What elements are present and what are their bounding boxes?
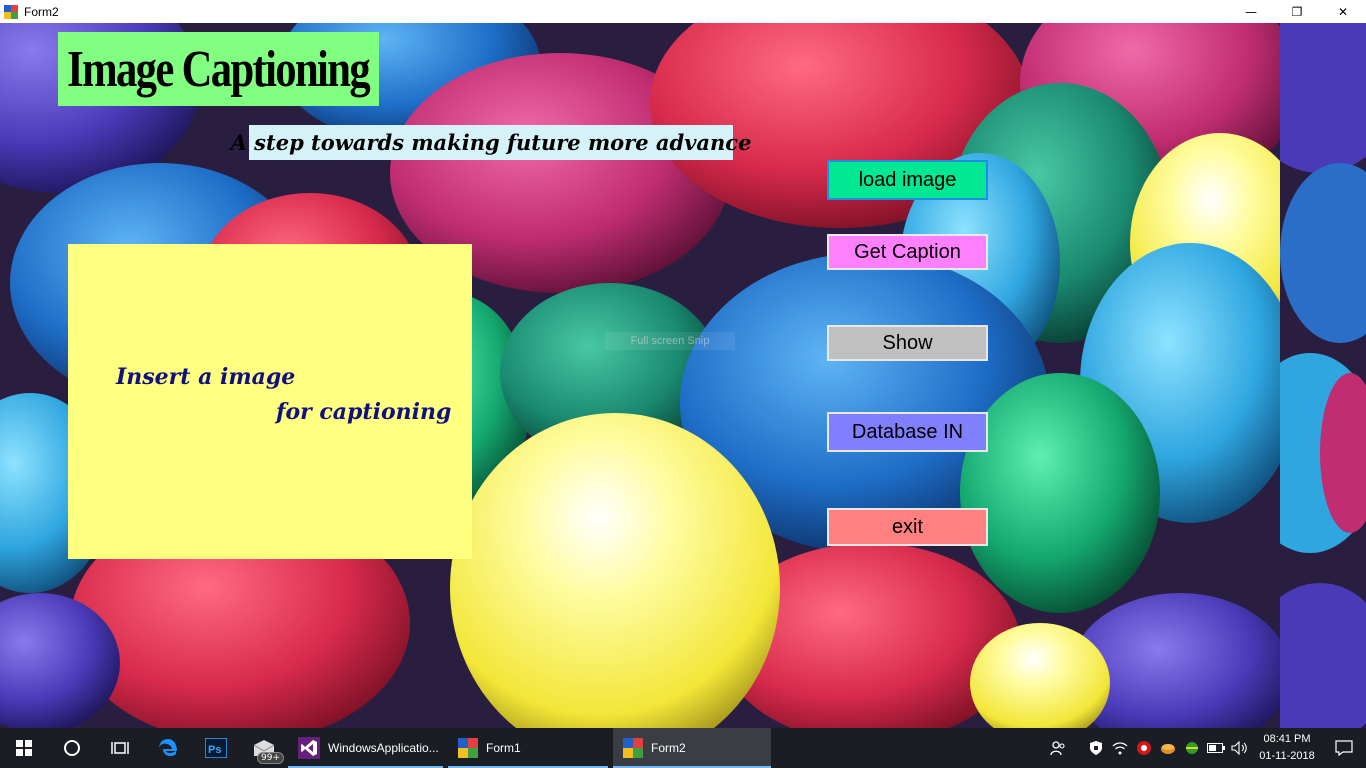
window-titlebar[interactable]: Form2 — ❐ ✕ (0, 0, 1366, 23)
visual-studio-icon (298, 737, 320, 759)
start-button[interactable] (0, 728, 48, 768)
network-app-tray-icon[interactable] (1180, 728, 1204, 768)
window-controls: — ❐ ✕ (1228, 0, 1366, 23)
window-title: Form2 (24, 4, 59, 19)
red-app-tray-icon[interactable] (1132, 728, 1156, 768)
tagline: A step towards making future more advanc… (230, 130, 752, 155)
load-image-button[interactable]: load image (827, 160, 988, 200)
show-button[interactable]: Show (827, 325, 988, 361)
taskbar-app-label: Form2 (651, 741, 686, 755)
mail-button[interactable]: 99+ (240, 728, 288, 768)
edge-button[interactable] (144, 728, 192, 768)
task-view-button[interactable] (96, 728, 144, 768)
mail-count-badge: 99+ (257, 752, 284, 764)
security-shield-icon[interactable] (1084, 728, 1108, 768)
app-title: Image Captioning (67, 40, 372, 98)
taskbar-app-form1[interactable]: Form1 (448, 728, 608, 768)
snip-overlay-label: Full screen Snip (605, 332, 735, 350)
action-center-button[interactable] (1322, 728, 1366, 768)
edge-browser-icon (159, 739, 177, 756)
exit-button[interactable]: exit (827, 508, 988, 546)
cortana-circle-icon (64, 740, 80, 756)
form-app-icon (623, 738, 643, 758)
search-button[interactable] (48, 728, 96, 768)
taskbar-app-label: WindowsApplicatio... (328, 741, 439, 755)
battery-icon[interactable] (1204, 728, 1228, 768)
form-app-icon (458, 738, 478, 758)
task-view-icon (111, 742, 129, 754)
background-tile-right (1280, 23, 1366, 728)
taskbar-app-visual-studio[interactable]: WindowsApplicatio... (288, 728, 443, 768)
notification-icon (1335, 740, 1353, 756)
windows-logo-icon (16, 740, 32, 756)
photoshop-icon: Ps (205, 738, 227, 758)
clock-date: 01-11-2018 (1259, 750, 1315, 762)
image-picturebox[interactable]: Insert a image for captioning (68, 244, 472, 559)
people-icon[interactable] (1046, 728, 1070, 768)
form-icon (4, 4, 18, 19)
photoshop-button[interactable]: Ps (192, 728, 240, 768)
get-caption-button[interactable]: Get Caption (827, 234, 988, 270)
taskbar-app-form2[interactable]: Form2 (613, 728, 771, 768)
taskbar-clock[interactable]: 08:41 PM 01-11-2018 (1252, 731, 1322, 765)
svg-text:Ps: Ps (208, 744, 221, 756)
volume-icon[interactable] (1228, 728, 1252, 768)
system-tray: 08:41 PM 01-11-2018 (1046, 728, 1366, 768)
windows-taskbar: Ps 99+ WindowsApplicatio... Form1 Form2 (0, 728, 1366, 768)
wifi-icon[interactable] (1108, 728, 1132, 768)
placeholder-line-1: Insert a image (116, 364, 296, 390)
taskbar-app-label: Form1 (486, 741, 521, 755)
app-title-box: Image Captioning (58, 32, 379, 106)
orange-app-tray-icon[interactable] (1156, 728, 1180, 768)
form-client-area: Image Captioning A step towards making f… (0, 23, 1366, 728)
maximize-button[interactable]: ❐ (1274, 0, 1320, 23)
close-button[interactable]: ✕ (1320, 0, 1366, 23)
placeholder-line-2: for captioning (276, 399, 452, 425)
minimize-button[interactable]: — (1228, 0, 1274, 23)
clock-time: 08:41 PM (1263, 733, 1311, 745)
database-in-button[interactable]: Database IN (827, 412, 988, 452)
tagline-box: A step towards making future more advanc… (231, 125, 751, 160)
